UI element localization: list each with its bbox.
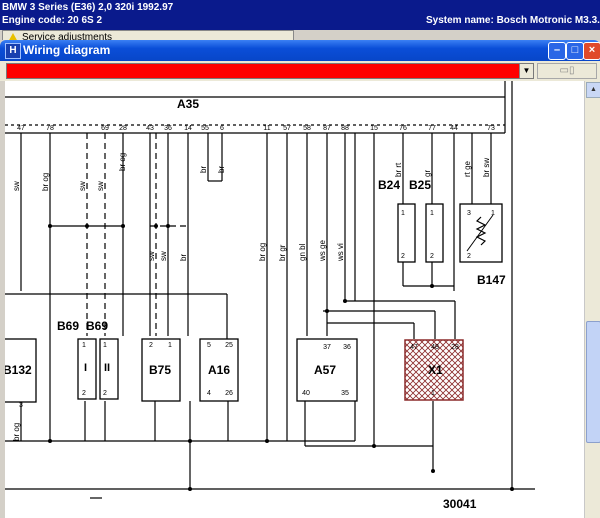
wiring-diagram-window: H Wiring diagram – □ × ▼ ▭▯ A35 B24 B25 … [0,40,600,518]
diagram-select[interactable]: ▼ [6,63,534,79]
wire-label: gr [423,170,432,177]
app-icon: H [5,43,21,59]
pin-number: 1 [401,210,405,217]
pin-label: 55 [201,125,209,132]
pin-label: 73 [487,125,495,132]
vehicle-label: BMW 3 Series (E36) 2,0 320i 1992.97 [2,2,174,13]
wire-label: br [179,254,188,261]
pin-label: 57 [283,125,291,132]
pin-label: 6 [220,125,224,132]
pin-number: 1 [82,342,86,349]
pin-label: 58 [303,125,311,132]
pin-number: 1 [491,210,495,217]
wire-label: sw [147,251,156,261]
pin-number: 1 [430,210,434,217]
pin-label: 77 [428,125,436,132]
scroll-up-icon[interactable]: ▲ [586,82,600,98]
wire-label: br [199,166,208,173]
component-label-b147: B147 [477,273,506,287]
wire-label: sw [96,181,105,191]
wiring-diagram-svg: A35 B24 B25 B147 B69 B69 B75 A16 A57 X1 … [5,81,535,511]
engine-code-label: Engine code: 20 6S 2 [2,15,103,26]
wire-label: ws vi [336,243,345,262]
app-header: BMW 3 Series (E36) 2,0 320i 1992.97 Engi… [0,0,600,30]
component-label-b24: B24 [378,178,400,192]
sheet-number: 30041 [443,497,477,511]
roman-label-b69l: I [84,362,87,374]
pin-label: 14 [184,125,192,132]
pin-number: 1 [431,390,435,397]
pin-label: 11 [263,125,270,132]
toolbar-button[interactable]: ▭▯ [537,63,597,79]
wire-label: sw [78,181,87,191]
wire-label: br og [118,153,127,171]
component-label-b25: B25 [409,178,431,192]
scrollbar-thumb[interactable] [586,321,600,443]
toolbar: ▼ ▭▯ [0,61,600,81]
wire-label: br og [12,423,21,441]
pin-number: 36 [343,344,351,351]
pin-number: 48 [431,344,439,351]
pin-number: 1 [103,342,107,349]
wire-label: br rt [394,162,403,177]
pin-label: 47 [17,125,25,132]
pin-label: 87 [323,125,331,132]
vertical-scrollbar[interactable]: ▲ [584,81,600,518]
pin-number: 47 [410,344,418,351]
pin-label: 15 [370,125,378,132]
wire-label: br gr [278,244,287,261]
window-title: Wiring diagram [23,43,111,57]
minimize-button[interactable]: – [548,42,566,60]
wire-label: gn bl [298,243,307,261]
pin-number: 28 [451,344,459,351]
pin-number: 37 [323,344,331,351]
pin-number: 4 [207,390,211,397]
pin-number: 25 [225,342,233,349]
pin-label: 44 [450,125,458,132]
pin-label: 43 [146,125,154,132]
pin-label: 88 [341,125,349,132]
system-name-label: System name: Bosch Motronic M3.3.1 [426,15,600,26]
pin-label: 78 [46,125,54,132]
roman-label-b69r: II [104,362,110,374]
pin-number: 3 [19,402,23,409]
pin-number: 2 [82,390,86,397]
wiring-diagram-canvas: A35 B24 B25 B147 B69 B69 B75 A16 A57 X1 … [5,81,584,518]
wire-label: br og [258,243,267,261]
window-titlebar[interactable]: H Wiring diagram – □ × [0,40,600,61]
pin-label: 28 [119,125,127,132]
wire-label: rt ge [463,160,472,177]
wire-label: sw [12,181,21,191]
pin-label: 76 [399,125,407,132]
pin-number: 2 [103,390,107,397]
maximize-button[interactable]: □ [566,42,584,60]
pin-number: 26 [225,390,233,397]
component-label-a16: A16 [208,363,230,377]
pin-number: 3 [467,210,471,217]
pin-label: 69 [101,125,109,132]
component-label-a57: A57 [314,363,336,377]
component-label-b75: B75 [149,363,171,377]
pin-number: 2 [149,342,153,349]
close-button[interactable]: × [583,42,600,60]
pin-label: 36 [164,125,172,132]
component-label-b69-left: B69 [57,319,79,333]
chevron-down-icon[interactable]: ▼ [519,64,533,78]
wire-label: br sw [482,158,491,177]
component-label-b69-right: B69 [86,319,108,333]
wire-label: br og [41,173,50,191]
pin-number: 2 [467,253,471,260]
pin-number: 2 [401,253,405,260]
pin-number: 40 [302,390,310,397]
pin-number: 2 [430,253,434,260]
component-label-a35: A35 [177,97,199,111]
wire-label: br [217,166,226,173]
pin-number: 5 [207,342,211,349]
pin-number: 35 [341,390,349,397]
component-label-b132: B132 [5,363,32,377]
wire-label: ws ge [318,240,327,262]
component-label-x1: X1 [428,363,443,377]
pin-number: 1 [168,342,172,349]
wire-label: sw [159,251,168,261]
